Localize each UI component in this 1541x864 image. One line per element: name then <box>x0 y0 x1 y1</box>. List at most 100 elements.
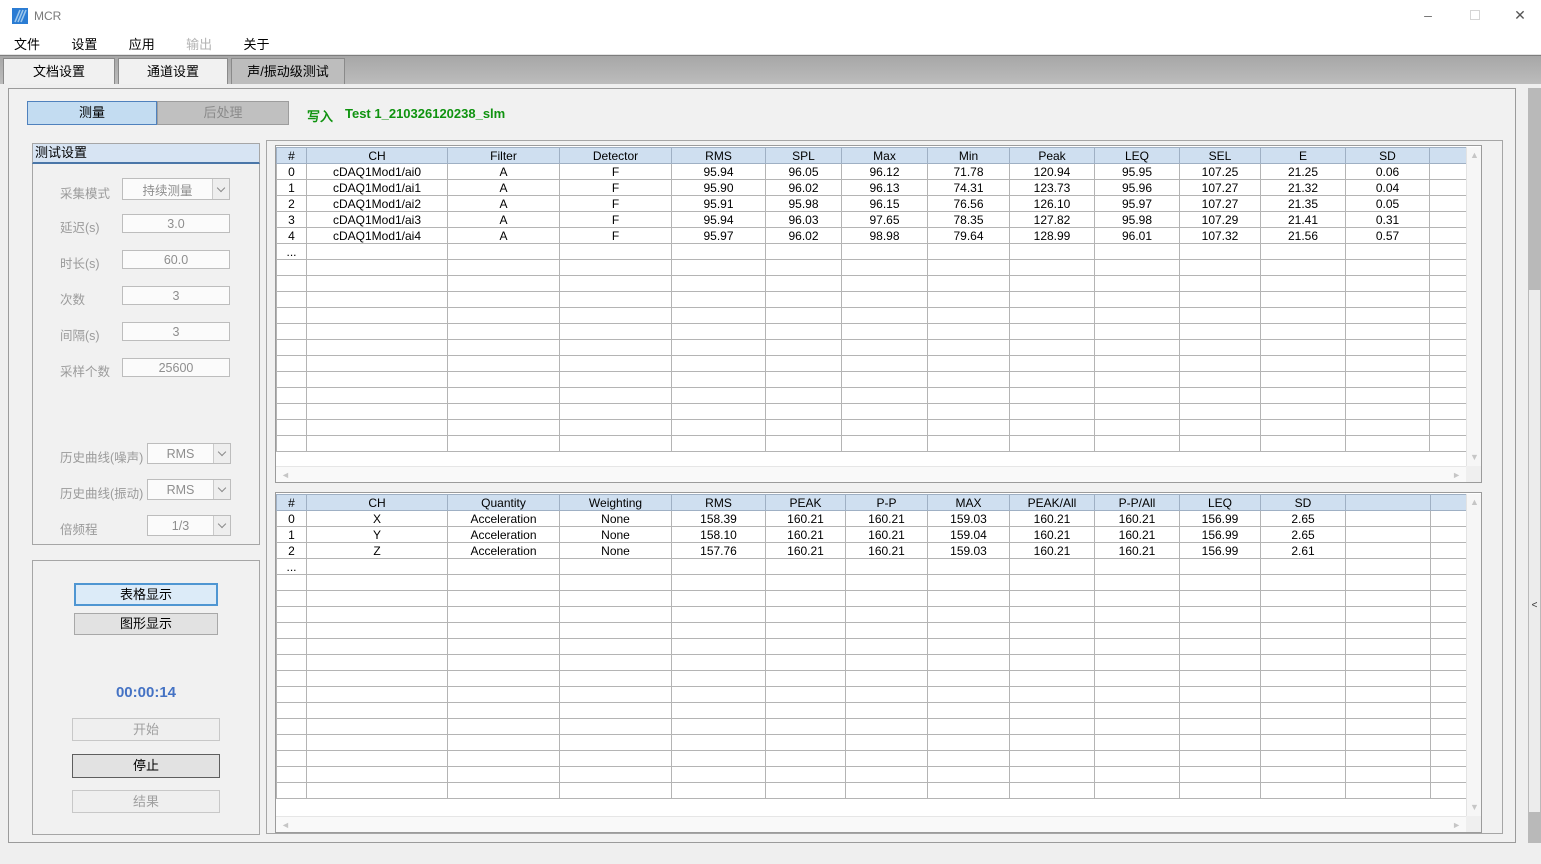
count-field[interactable]: 3 <box>122 286 230 305</box>
sample-count-field[interactable]: 25600 <box>122 358 230 377</box>
vibration-level-table-box: #CHQuantityWeightingRMSPEAKP-PMAXPEAK/Al… <box>275 492 1482 833</box>
table-row[interactable]: 2cDAQ1Mod1/ai2AF95.9195.9896.1576.56126.… <box>277 196 1467 212</box>
interval-value: 3 <box>123 325 229 339</box>
start-button[interactable]: 开始 <box>72 718 220 741</box>
table-cell <box>1431 719 1467 735</box>
menu-settings[interactable]: 设置 <box>57 30 111 54</box>
table-cell <box>1346 324 1430 340</box>
vertical-scrollbar[interactable]: ▲ ▼ <box>1466 494 1481 816</box>
postprocess-button[interactable]: 后处理 <box>157 101 289 125</box>
table-cell <box>1010 767 1095 783</box>
table-display-button[interactable]: 表格显示 <box>74 583 218 606</box>
acquisition-mode-select[interactable]: 持续测量 <box>122 178 230 200</box>
table-cell <box>1346 527 1431 543</box>
table-cell <box>766 783 846 799</box>
table-row-empty <box>277 671 1467 687</box>
table-cell <box>560 623 672 639</box>
table-row-empty <box>277 575 1467 591</box>
tab-sound-vibration-test[interactable]: 声/振动级测试 <box>231 58 345 85</box>
table-cell <box>1180 671 1261 687</box>
menu-about[interactable]: 关于 <box>229 30 283 54</box>
table-cell <box>560 276 672 292</box>
table-cell: 107.25 <box>1180 164 1261 180</box>
table-row[interactable]: 4cDAQ1Mod1/ai4AF95.9796.0298.9879.64128.… <box>277 228 1467 244</box>
table-cell <box>1180 783 1261 799</box>
collapse-left-icon[interactable]: < <box>1529 600 1540 611</box>
table-cell: Z <box>307 543 448 559</box>
table-cell <box>560 356 672 372</box>
table-cell: 97.65 <box>842 212 928 228</box>
scroll-right-icon[interactable]: ► <box>1452 821 1461 830</box>
table-cell <box>672 719 766 735</box>
duration-field[interactable]: 60.0 <box>122 250 230 269</box>
measure-button[interactable]: 测量 <box>27 101 157 125</box>
menu-output[interactable]: 输出 <box>172 30 226 54</box>
scroll-down-icon[interactable]: ▼ <box>1470 453 1479 462</box>
table-cell <box>1346 639 1431 655</box>
octave-select[interactable]: 1/3 <box>147 515 231 536</box>
column-header: MAX <box>928 495 1010 511</box>
table-cell <box>846 751 928 767</box>
table-cell <box>277 372 307 388</box>
table-cell <box>448 324 560 340</box>
chevron-down-icon[interactable] <box>213 444 230 463</box>
table-cell <box>766 340 842 356</box>
table-row[interactable]: 0cDAQ1Mod1/ai0AF95.9496.0596.1271.78120.… <box>277 164 1467 180</box>
table-row[interactable]: 3cDAQ1Mod1/ai3AF95.9496.0397.6578.35127.… <box>277 212 1467 228</box>
table-cell: None <box>560 543 672 559</box>
vertical-scrollbar[interactable]: ▲ ▼ <box>1466 147 1481 466</box>
chevron-down-icon[interactable] <box>212 179 229 199</box>
history-curve-noise-select[interactable]: RMS <box>147 443 231 464</box>
close-button[interactable]: ✕ <box>1503 4 1537 26</box>
scroll-up-icon[interactable]: ▲ <box>1470 151 1479 160</box>
chevron-down-icon[interactable] <box>213 480 230 499</box>
splitter-track[interactable]: < <box>1529 290 1540 812</box>
tab-document-settings[interactable]: 文档设置 <box>3 58 115 85</box>
table-cell <box>1261 623 1346 639</box>
table-row[interactable]: 1cDAQ1Mod1/ai1AF95.9096.0296.1374.31123.… <box>277 180 1467 196</box>
graph-display-button[interactable]: 图形显示 <box>74 613 218 635</box>
side-splitter[interactable]: < <box>1528 88 1541 843</box>
maximize-button[interactable] <box>1458 4 1492 26</box>
minimize-button[interactable]: – <box>1411 4 1445 26</box>
table-cell <box>766 324 842 340</box>
table-cell <box>560 703 672 719</box>
table-row[interactable]: 2ZAccelerationNone157.76160.21160.21159.… <box>277 543 1467 559</box>
table-cell <box>448 671 560 687</box>
table-cell <box>560 607 672 623</box>
result-button[interactable]: 结果 <box>72 790 220 813</box>
menu-file[interactable]: 文件 <box>0 30 54 54</box>
stop-button[interactable]: 停止 <box>72 754 220 778</box>
table-row[interactable]: 1YAccelerationNone158.10160.21160.21159.… <box>277 527 1467 543</box>
table-cell: 96.02 <box>766 228 842 244</box>
table-cell <box>672 575 766 591</box>
scroll-left-icon[interactable]: ◄ <box>281 471 290 480</box>
scroll-right-icon[interactable]: ► <box>1452 471 1461 480</box>
table-cell <box>1095 244 1180 260</box>
table-cell <box>1346 420 1430 436</box>
table-cell <box>1010 671 1095 687</box>
table-cell <box>1095 767 1180 783</box>
scroll-left-icon[interactable]: ◄ <box>281 821 290 830</box>
table-row-empty <box>277 639 1467 655</box>
menu-application[interactable]: 应用 <box>115 30 169 54</box>
scroll-up-icon[interactable]: ▲ <box>1470 498 1479 507</box>
table-cell <box>766 623 846 639</box>
delay-field[interactable]: 3.0 <box>122 214 230 233</box>
table-cell: 159.03 <box>928 543 1010 559</box>
scroll-down-icon[interactable]: ▼ <box>1470 803 1479 812</box>
history-curve-vibration-select[interactable]: RMS <box>147 479 231 500</box>
table-cell <box>1431 687 1467 703</box>
table-cell: 158.39 <box>672 511 766 527</box>
table-cell: 4 <box>277 228 307 244</box>
horizontal-scrollbar[interactable]: ◄ ► <box>276 816 1466 832</box>
table-row-ellipsis: ... <box>277 559 1467 575</box>
horizontal-scrollbar[interactable]: ◄ ► <box>276 466 1466 482</box>
tab-channel-settings[interactable]: 通道设置 <box>118 58 228 85</box>
table-row[interactable]: 0XAccelerationNone158.39160.21160.21159.… <box>277 511 1467 527</box>
table-cell <box>928 655 1010 671</box>
table-cell: 95.94 <box>672 212 766 228</box>
table-cell <box>1346 607 1431 623</box>
chevron-down-icon[interactable] <box>213 516 230 535</box>
interval-field[interactable]: 3 <box>122 322 230 341</box>
